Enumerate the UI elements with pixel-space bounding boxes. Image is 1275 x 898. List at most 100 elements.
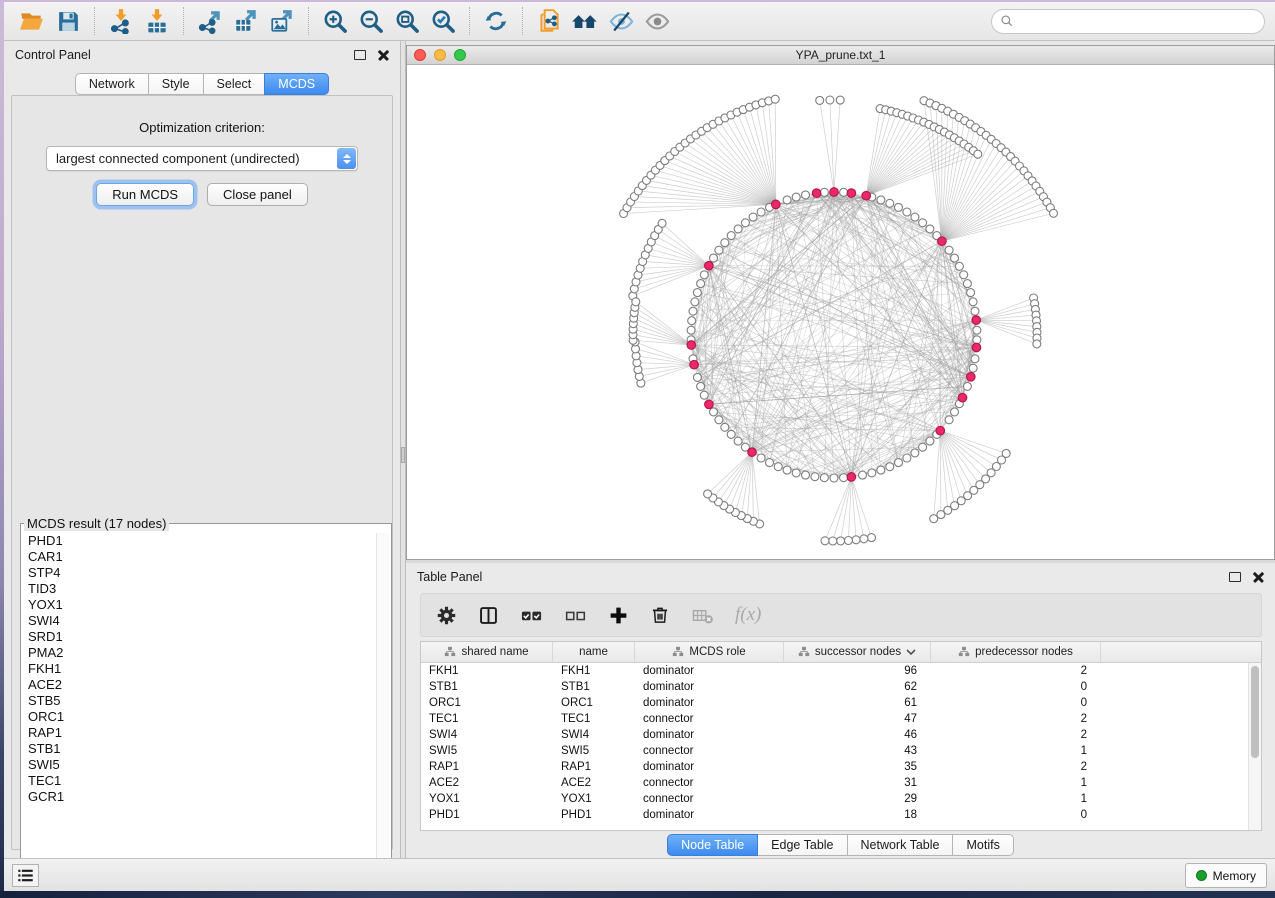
table-cell[interactable]: 35 bbox=[784, 761, 931, 773]
zoom-fit-icon[interactable] bbox=[389, 6, 425, 37]
table-cell[interactable]: YOX1 bbox=[421, 793, 553, 805]
table-cell[interactable]: SWI4 bbox=[421, 729, 553, 741]
table-cell[interactable]: 62 bbox=[784, 681, 931, 693]
columns-icon[interactable] bbox=[478, 605, 499, 626]
table-cell[interactable]: 96 bbox=[784, 665, 931, 677]
zoom-in-icon[interactable] bbox=[317, 6, 353, 37]
table-cell[interactable]: YOX1 bbox=[553, 793, 635, 805]
hide-selected-icon[interactable] bbox=[603, 6, 639, 37]
refresh-icon[interactable] bbox=[478, 6, 514, 37]
open-folder-icon[interactable] bbox=[14, 6, 50, 37]
table-cell[interactable]: STB1 bbox=[553, 681, 635, 693]
result-list-item[interactable]: SWI4 bbox=[28, 613, 375, 629]
table-cell[interactable]: RAP1 bbox=[553, 761, 635, 773]
result-list-item[interactable]: SWI5 bbox=[28, 757, 375, 773]
table-row[interactable]: STB1STB1dominator620 bbox=[421, 679, 1248, 695]
network-canvas[interactable] bbox=[407, 65, 1274, 559]
search-field[interactable] bbox=[991, 9, 1265, 34]
result-list-item[interactable]: ACE2 bbox=[28, 677, 375, 693]
table-cell[interactable]: dominator bbox=[635, 761, 784, 773]
table-cell[interactable]: 46 bbox=[784, 729, 931, 741]
column-header-MCDS-role[interactable]: MCDS role bbox=[635, 642, 784, 662]
table-row[interactable]: YOX1YOX1connector291 bbox=[421, 791, 1248, 807]
select-all-icon[interactable] bbox=[520, 604, 543, 627]
copy-network-icon[interactable] bbox=[531, 6, 567, 37]
table-cell[interactable]: 47 bbox=[784, 713, 931, 725]
optimization-criterion-select[interactable]: largest connected component (undirected) bbox=[46, 146, 358, 171]
table-row[interactable]: RAP1RAP1dominator352 bbox=[421, 759, 1248, 775]
table-cell[interactable]: STB1 bbox=[421, 681, 553, 693]
table-row[interactable]: TEC1TEC1connector472 bbox=[421, 711, 1248, 727]
result-list-item[interactable]: ORC1 bbox=[28, 709, 375, 725]
table-cell[interactable]: SWI5 bbox=[553, 745, 635, 757]
table-cell[interactable]: SWI4 bbox=[553, 729, 635, 741]
mcds-result-scrollbar[interactable] bbox=[376, 533, 389, 885]
result-list-item[interactable]: SRD1 bbox=[28, 629, 375, 645]
table-cell[interactable]: 2 bbox=[931, 761, 1101, 773]
table-cell[interactable]: ACE2 bbox=[421, 777, 553, 789]
show-all-icon[interactable] bbox=[639, 6, 675, 37]
save-icon[interactable] bbox=[50, 6, 86, 37]
tab-edge-table[interactable]: Edge Table bbox=[757, 834, 847, 856]
first-neighbors-icon[interactable] bbox=[567, 6, 603, 37]
task-history-button[interactable] bbox=[12, 864, 39, 887]
table-cell[interactable]: FKH1 bbox=[421, 665, 553, 677]
result-list-item[interactable]: PHD1 bbox=[28, 533, 375, 549]
table-cell[interactable]: connector bbox=[635, 777, 784, 789]
table-cell[interactable]: 1 bbox=[931, 793, 1101, 805]
tab-style[interactable]: Style bbox=[148, 73, 204, 95]
splitter-grip[interactable] bbox=[401, 447, 405, 463]
delete-icon[interactable] bbox=[650, 605, 670, 625]
result-list-item[interactable]: RAP1 bbox=[28, 725, 375, 741]
float-window-icon[interactable] bbox=[1229, 572, 1241, 582]
table-cell[interactable]: dominator bbox=[635, 665, 784, 677]
table-cell[interactable]: ORC1 bbox=[421, 697, 553, 709]
gear-icon[interactable] bbox=[436, 605, 457, 626]
result-list-item[interactable]: CAR1 bbox=[28, 549, 375, 565]
table-cell[interactable]: 18 bbox=[784, 809, 931, 821]
table-cell[interactable]: connector bbox=[635, 745, 784, 757]
close-panel-icon[interactable] bbox=[378, 50, 389, 61]
export-table-icon[interactable] bbox=[228, 6, 264, 37]
result-list-item[interactable]: YOX1 bbox=[28, 597, 375, 613]
table-row[interactable]: PHD1PHD1dominator180 bbox=[421, 807, 1248, 823]
zoom-selected-icon[interactable] bbox=[425, 6, 461, 37]
table-cell[interactable]: 29 bbox=[784, 793, 931, 805]
add-icon[interactable] bbox=[608, 605, 629, 626]
result-list-item[interactable]: STP4 bbox=[28, 565, 375, 581]
import-table-icon[interactable] bbox=[139, 6, 175, 37]
table-cell[interactable]: 2 bbox=[931, 665, 1101, 677]
column-header-successor-nodes[interactable]: successor nodes bbox=[784, 642, 931, 662]
column-header-name[interactable]: name bbox=[553, 642, 635, 662]
table-cell[interactable]: connector bbox=[635, 713, 784, 725]
import-network-icon[interactable] bbox=[103, 6, 139, 37]
table-row[interactable]: ORC1ORC1dominator610 bbox=[421, 695, 1248, 711]
table-cell[interactable]: 43 bbox=[784, 745, 931, 757]
table-cell[interactable]: connector bbox=[635, 793, 784, 805]
tab-network[interactable]: Network bbox=[75, 73, 149, 95]
tab-mcds[interactable]: MCDS bbox=[264, 73, 329, 95]
table-cell[interactable]: PHD1 bbox=[553, 809, 635, 821]
deselect-all-icon[interactable] bbox=[564, 604, 587, 627]
result-list-item[interactable]: TEC1 bbox=[28, 773, 375, 789]
export-network-icon[interactable] bbox=[192, 6, 228, 37]
search-input[interactable] bbox=[1019, 13, 1256, 29]
tab-select[interactable]: Select bbox=[203, 73, 266, 95]
result-list-item[interactable]: PMA2 bbox=[28, 645, 375, 661]
table-cell[interactable]: 2 bbox=[931, 713, 1101, 725]
scrollbar-thumb[interactable] bbox=[1251, 666, 1259, 758]
mcds-result-list[interactable]: PHD1CAR1STP4TID3YOX1SWI4SRD1PMA2FKH1ACE2… bbox=[23, 531, 375, 885]
zoom-out-icon[interactable] bbox=[353, 6, 389, 37]
network-window-titlebar[interactable]: YPA_prune.txt_1 bbox=[407, 46, 1274, 65]
table-row[interactable]: SWI4SWI4dominator462 bbox=[421, 727, 1248, 743]
column-header-shared-name[interactable]: shared name bbox=[421, 642, 553, 662]
table-cell[interactable]: 1 bbox=[931, 745, 1101, 757]
table-cell[interactable]: dominator bbox=[635, 809, 784, 821]
result-list-item[interactable]: STB1 bbox=[28, 741, 375, 757]
close-panel-button[interactable]: Close panel bbox=[207, 183, 308, 206]
result-list-item[interactable]: GCR1 bbox=[28, 789, 375, 805]
table-scrollbar[interactable] bbox=[1248, 663, 1261, 830]
table-cell[interactable]: PHD1 bbox=[421, 809, 553, 821]
table-cell[interactable]: ORC1 bbox=[553, 697, 635, 709]
tab-motifs[interactable]: Motifs bbox=[952, 834, 1013, 856]
